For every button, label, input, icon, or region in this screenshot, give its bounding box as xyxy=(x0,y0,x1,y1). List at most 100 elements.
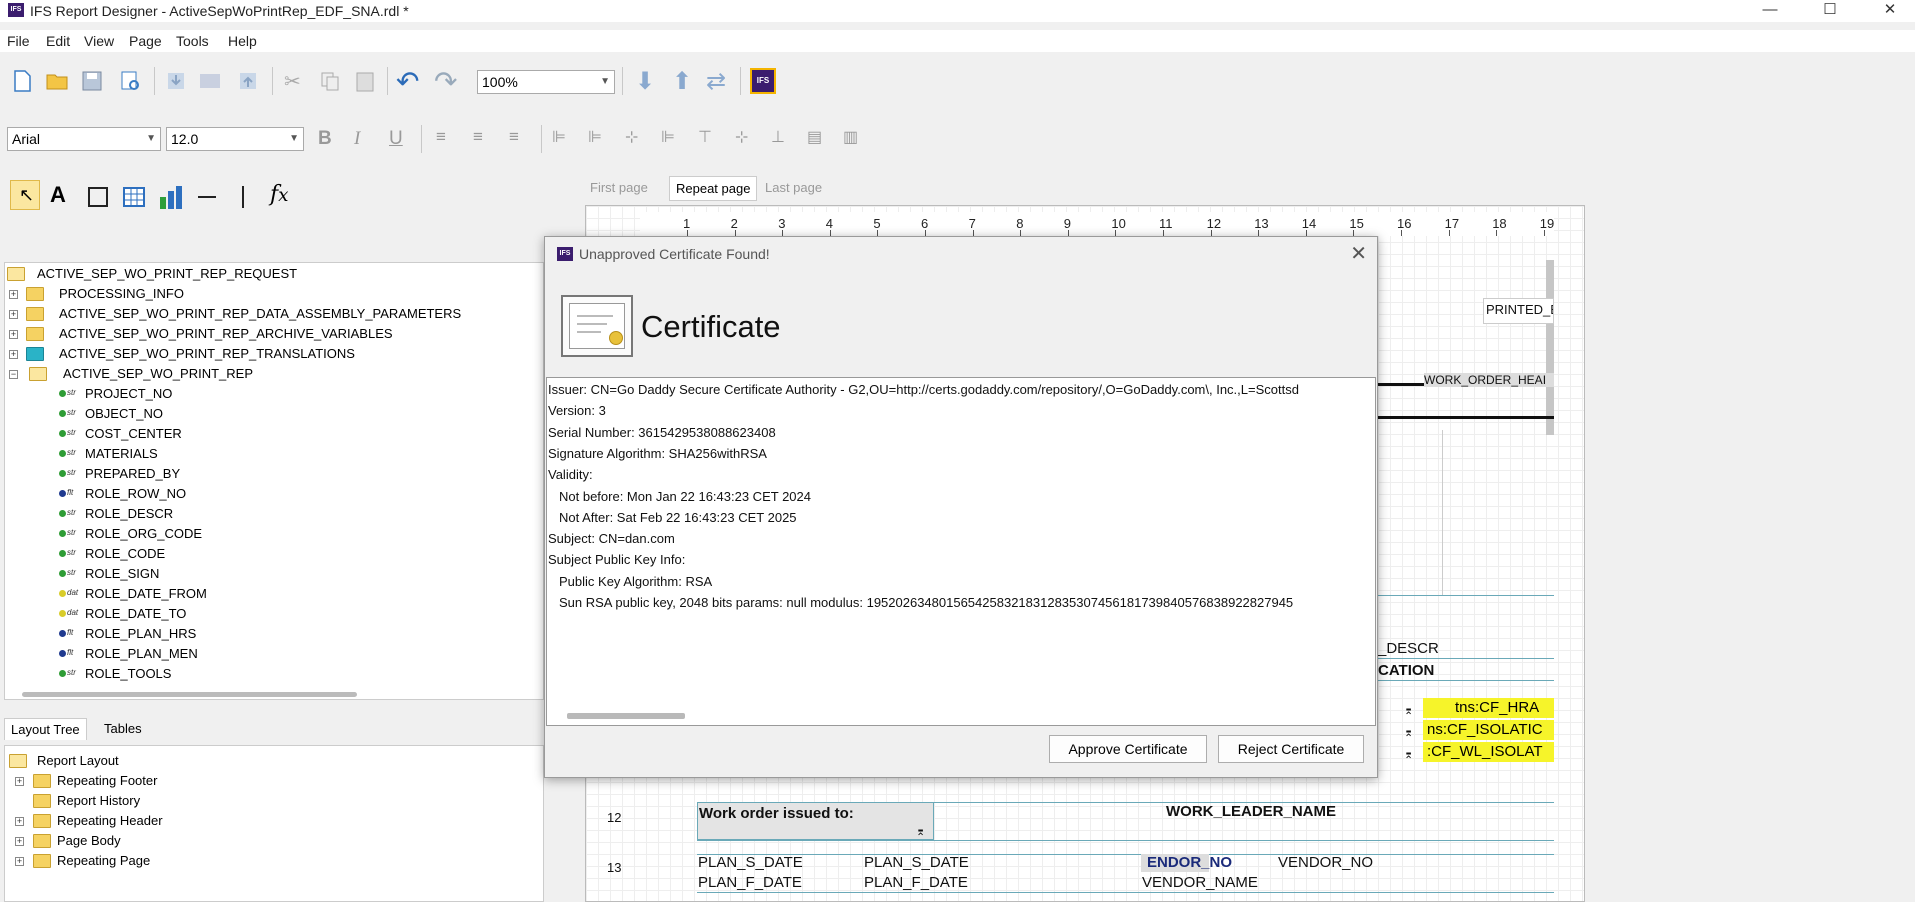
cation-field[interactable]: CATION xyxy=(1378,662,1434,679)
tree-leaf-label: ROLE_PLAN_HRS xyxy=(85,626,197,641)
cut-icon[interactable]: ✂ xyxy=(284,69,308,93)
align-objects-vcenter-icon[interactable]: ⊹ xyxy=(735,127,748,147)
field-type-tag: str xyxy=(67,508,76,517)
minimize-button[interactable]: — xyxy=(1747,0,1793,22)
close-window-button[interactable]: ✕ xyxy=(1867,0,1913,22)
expand-toggle-icon[interactable]: + xyxy=(15,777,24,786)
expand-toggle-icon[interactable]: + xyxy=(9,350,18,359)
field-type-icon xyxy=(59,430,66,437)
yellow-field[interactable]: ns:CF_ISOLATIC xyxy=(1423,720,1554,740)
same-width-icon[interactable]: ▥ xyxy=(843,127,858,147)
align-center-icon[interactable]: ≡ xyxy=(473,127,483,147)
ruler-tick xyxy=(1448,230,1450,236)
swap-icon[interactable]: ⇄ xyxy=(706,67,730,95)
certificate-horizontal-scrollbar[interactable] xyxy=(567,713,685,719)
redo-icon[interactable]: ↷ xyxy=(434,65,458,97)
align-objects-left-icon[interactable]: ⊫ xyxy=(552,127,566,147)
yellow-field[interactable]: :CF_WL_ISOLAT xyxy=(1423,742,1554,762)
font-size-select[interactable]: 12.0 ▼ xyxy=(166,127,304,151)
tree-folder-label: ACTIVE_SEP_WO_PRINT_REP_DATA_ASSEMBLY_PA… xyxy=(59,306,462,321)
align-objects-bottom-icon[interactable]: ⊥ xyxy=(771,127,785,147)
expand-toggle-icon[interactable]: + xyxy=(15,857,24,866)
tree-folder-label: ACTIVE_SEP_WO_PRINT_REP xyxy=(63,366,253,381)
close-icon[interactable]: ✕ xyxy=(1350,241,1367,266)
printed-field[interactable]: PRINTED_E xyxy=(1483,298,1554,324)
descr-field[interactable]: _DESCR xyxy=(1378,640,1439,657)
expand-toggle-icon[interactable]: + xyxy=(9,330,18,339)
text-tool-icon[interactable]: A xyxy=(50,182,66,208)
zoom-select[interactable]: 100% ▼ xyxy=(477,70,615,94)
align-objects-right-icon[interactable]: ⊫ xyxy=(661,127,675,147)
move-up-icon[interactable]: ⬆ xyxy=(672,67,696,95)
anchor-icon: ⌆ xyxy=(916,826,926,838)
font-family-select[interactable]: Arial ▼ xyxy=(7,127,161,151)
expand-toggle-icon[interactable]: + xyxy=(9,290,18,299)
italic-icon[interactable]: I xyxy=(354,128,360,150)
vertical-line-tool-icon[interactable] xyxy=(242,186,244,208)
tab-last-page[interactable]: Last page xyxy=(765,180,822,195)
copy-icon[interactable] xyxy=(318,69,342,93)
approve-certificate-button[interactable]: Approve Certificate xyxy=(1049,735,1207,763)
align-objects-top-icon[interactable]: ⊤ xyxy=(698,127,712,147)
table-tool-icon[interactable] xyxy=(122,185,146,209)
chart-tool-icon[interactable] xyxy=(157,183,185,211)
expand-toggle-icon[interactable]: + xyxy=(9,310,18,319)
reject-certificate-button[interactable]: Reject Certificate xyxy=(1218,735,1364,763)
image-icon[interactable] xyxy=(198,69,222,93)
tab-tables[interactable]: Tables xyxy=(98,718,148,740)
toolbar-separator xyxy=(740,67,741,95)
align-objects-middle-icon[interactable]: ⊹ xyxy=(625,127,638,147)
menu-help[interactable]: Help xyxy=(228,33,257,49)
rectangle-tool-icon[interactable] xyxy=(88,187,108,207)
formula-tool-icon[interactable]: fx xyxy=(270,182,289,207)
same-height-icon[interactable]: ▤ xyxy=(807,127,822,147)
paste-icon[interactable] xyxy=(353,69,377,93)
underline-icon[interactable]: U xyxy=(389,128,403,150)
select-tool[interactable]: ↖ xyxy=(10,180,40,210)
issued-to-box[interactable]: Work order issued to: ⌆ xyxy=(697,802,934,840)
plan-s-label[interactable]: PLAN_S_DATE xyxy=(698,854,803,871)
vendor-no-label-box[interactable]: ENDOR_NO xyxy=(1141,854,1232,872)
yellow-field[interactable]: tns:CF_HRA xyxy=(1423,698,1554,718)
tab-first-page[interactable]: First page xyxy=(590,180,648,195)
expand-toggle-icon[interactable]: + xyxy=(15,817,24,826)
move-down-icon[interactable]: ⬇ xyxy=(635,67,659,95)
open-folder-icon[interactable] xyxy=(45,69,69,93)
ruler-tick xyxy=(1496,230,1498,236)
menu-tools[interactable]: Tools xyxy=(176,33,209,49)
menu-view[interactable]: View xyxy=(84,33,114,49)
align-objects-center-icon[interactable]: ⊫ xyxy=(588,127,602,147)
horizontal-line-tool-icon[interactable] xyxy=(198,196,216,198)
tree-horizontal-scrollbar[interactable] xyxy=(22,692,357,697)
plan-s-field[interactable]: PLAN_S_DATE xyxy=(864,854,969,871)
wo-header-label: WORK_ORDER_HEAI xyxy=(1424,373,1547,387)
export-icon[interactable] xyxy=(236,69,260,93)
expand-toggle-icon[interactable]: − xyxy=(9,370,18,379)
plan-f-field[interactable]: PLAN_F_DATE xyxy=(864,874,968,891)
canvas-scrollbar[interactable] xyxy=(1546,260,1554,435)
menu-file[interactable]: File xyxy=(7,33,30,49)
work-leader-field[interactable]: WORK_LEADER_NAME xyxy=(1166,803,1336,820)
tab-layout-tree[interactable]: Layout Tree xyxy=(4,718,87,740)
menu-page[interactable]: Page xyxy=(129,33,162,49)
certificate-line: Subject: CN=dan.com xyxy=(548,531,675,547)
vendor-name-field[interactable]: VENDOR_NAME xyxy=(1142,874,1258,891)
align-left-icon[interactable]: ≡ xyxy=(436,127,446,147)
vendor-no-field[interactable]: VENDOR_NO xyxy=(1278,854,1373,871)
bold-icon[interactable]: B xyxy=(318,128,332,150)
align-right-icon[interactable]: ≡ xyxy=(509,127,519,147)
maximize-button[interactable]: ☐ xyxy=(1807,0,1853,22)
import-icon[interactable] xyxy=(164,69,188,93)
certificate-details-text[interactable]: Issuer: CN=Go Daddy Secure Certificate A… xyxy=(546,377,1376,726)
expand-toggle-icon[interactable]: + xyxy=(15,837,24,846)
menu-edit[interactable]: Edit xyxy=(46,33,70,49)
print-preview-icon[interactable] xyxy=(118,69,142,93)
chevron-down-icon: ▼ xyxy=(600,76,610,87)
wo-header-field[interactable]: WORK_ORDER_HEAI xyxy=(1424,373,1554,387)
ifs-logo-icon[interactable]: IFS xyxy=(750,68,776,94)
tab-repeat-page[interactable]: Repeat page xyxy=(669,176,758,201)
undo-icon[interactable]: ↶ xyxy=(396,65,420,97)
new-file-icon[interactable] xyxy=(10,69,34,93)
plan-f-label[interactable]: PLAN_F_DATE xyxy=(698,874,802,891)
save-icon[interactable] xyxy=(80,69,104,93)
